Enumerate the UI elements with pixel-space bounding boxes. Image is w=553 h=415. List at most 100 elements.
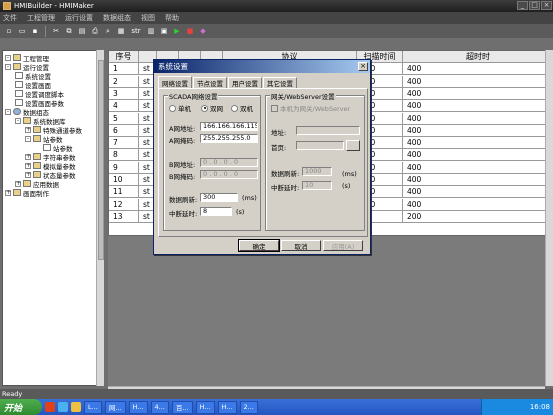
print-icon[interactable]: ⎙ — [90, 26, 100, 36]
gateway-address-field[interactable] — [296, 126, 360, 135]
timeout-field[interactable]: 8 — [200, 207, 232, 216]
cell-index[interactable]: 13 — [109, 210, 139, 223]
cell-timeout[interactable]: 400 — [403, 162, 552, 174]
cell-timeout[interactable]: 400 — [403, 125, 552, 137]
cut-icon[interactable]: ✂ — [51, 26, 61, 36]
cell-timeout[interactable]: 400 — [403, 137, 552, 150]
gateway-checkbox[interactable]: 本机为网关/WebServer — [271, 103, 350, 113]
column-header[interactable]: 超时时 — [403, 51, 552, 63]
find-icon[interactable]: ⌕ — [103, 26, 113, 36]
cell-index[interactable]: 5 — [109, 112, 139, 125]
tab-user[interactable]: 用户设置 — [228, 77, 262, 88]
folder-icon[interactable] — [71, 402, 81, 412]
cell-index[interactable]: 11 — [109, 186, 139, 199]
tab-other[interactable]: 其它设置 — [263, 77, 297, 88]
dialog-close-button[interactable]: × — [358, 62, 368, 71]
grid-icon[interactable]: ▦ — [116, 26, 126, 36]
cell-timeout[interactable]: 400 — [403, 88, 552, 100]
expand-icon[interactable]: + — [5, 189, 11, 196]
collapse-icon[interactable]: - — [5, 54, 11, 61]
str-icon[interactable]: str — [129, 26, 143, 36]
cancel-button[interactable]: 取消 — [281, 240, 321, 251]
tab-node[interactable]: 节点设置 — [193, 77, 227, 88]
close-button[interactable]: × — [541, 1, 552, 10]
clock[interactable]: 16:08 — [530, 403, 550, 411]
expand-icon[interactable]: + — [25, 126, 31, 133]
paste-icon[interactable]: ▤ — [77, 26, 87, 36]
help-icon[interactable]: ◆ — [198, 26, 208, 36]
scrollbar-thumb[interactable] — [98, 60, 104, 260]
cell-index[interactable]: 6 — [109, 124, 139, 137]
taskbar-button[interactable]: 百... — [171, 400, 193, 414]
maximize-button[interactable]: □ — [529, 1, 540, 10]
tree-item[interactable]: + 画面制作 — [5, 188, 49, 198]
tree-scrollbar[interactable] — [96, 50, 104, 386]
cell-timeout[interactable]: 400 — [403, 199, 552, 211]
radio-dual-machine[interactable]: 双机 — [231, 103, 253, 113]
copy-icon[interactable]: ⧉ — [64, 26, 74, 36]
taskbar-button[interactable]: H... — [128, 400, 148, 414]
collapse-icon[interactable]: - — [15, 117, 21, 124]
b-net-mask-field[interactable]: 0 . 0 . 0 . 0 — [200, 170, 258, 179]
cell-index[interactable]: 1 — [109, 63, 139, 76]
new-icon[interactable]: ▫ — [4, 26, 14, 36]
gateway-timeout-field[interactable]: 10 — [302, 181, 332, 190]
tab-network[interactable]: 网络设置 — [158, 76, 192, 88]
cell-index[interactable]: 10 — [109, 174, 139, 186]
cell-timeout[interactable]: 200 — [403, 211, 552, 223]
collapse-icon[interactable]: - — [25, 135, 31, 142]
browser-icon[interactable] — [45, 402, 55, 412]
cell-index[interactable]: 3 — [109, 87, 139, 100]
expand-icon[interactable]: + — [25, 162, 31, 169]
expand-icon[interactable]: + — [25, 171, 31, 178]
cell-timeout[interactable]: 400 — [403, 186, 552, 199]
home-page-field[interactable] — [296, 141, 344, 150]
minimize-button[interactable]: _ — [517, 1, 528, 10]
expand-icon[interactable]: + — [15, 180, 21, 187]
a-net-address-field[interactable]: 166.166.166.115 — [200, 122, 258, 131]
menu-runtime[interactable]: 运行设置 — [65, 13, 93, 23]
cell-timeout[interactable]: 400 — [403, 63, 552, 76]
cell-index[interactable]: 2 — [109, 75, 139, 88]
expand-icon[interactable]: + — [25, 153, 31, 160]
taskbar-button[interactable]: H... — [195, 400, 215, 414]
ie-icon[interactable] — [58, 402, 68, 412]
stop-icon[interactable]: ■ — [185, 26, 195, 36]
ok-button[interactable]: 确定 — [238, 239, 280, 252]
b-net-address-field[interactable]: 0 . 0 . 0 . 0 — [200, 158, 258, 167]
collapse-icon[interactable]: - — [5, 108, 11, 115]
taskbar-button[interactable]: H... — [217, 400, 237, 414]
chart-icon[interactable]: ▥ — [146, 26, 156, 36]
a-net-mask-field[interactable]: 255.255.255.0 — [200, 134, 258, 143]
menu-file[interactable]: 文件 — [3, 13, 17, 23]
table-vertical-scrollbar[interactable] — [545, 50, 553, 386]
cell-index[interactable]: 8 — [109, 149, 139, 162]
radio-dual-net[interactable]: 双网 — [201, 103, 223, 113]
save-icon[interactable]: ▪ — [30, 26, 40, 36]
taskbar-button[interactable]: L... — [84, 400, 102, 414]
cell-index[interactable]: 12 — [109, 198, 139, 211]
cell-timeout[interactable]: 400 — [403, 149, 552, 162]
menu-data[interactable]: 数据组态 — [103, 13, 131, 23]
run-icon[interactable]: ▶ — [172, 26, 182, 36]
taskbar-button[interactable]: 2... — [239, 400, 258, 414]
column-header[interactable]: 序号 — [109, 51, 139, 63]
radio-single[interactable]: 单机 — [169, 103, 191, 113]
cell-index[interactable]: 7 — [109, 137, 139, 150]
cell-timeout[interactable]: 400 — [403, 174, 552, 186]
menu-help[interactable]: 帮助 — [165, 13, 179, 23]
refresh-field[interactable]: 300 — [200, 193, 238, 202]
cell-index[interactable]: 4 — [109, 100, 139, 113]
apply-button[interactable]: 应用(A) — [323, 240, 363, 251]
cell-timeout[interactable]: 400 — [403, 100, 552, 113]
taskbar-button[interactable]: 4... — [150, 400, 169, 414]
cell-timeout[interactable]: 400 — [403, 113, 552, 125]
taskbar-button[interactable]: 网... — [104, 400, 126, 414]
menu-project[interactable]: 工程管理 — [27, 13, 55, 23]
browse-button[interactable] — [346, 140, 360, 151]
open-icon[interactable]: ▭ — [17, 26, 27, 36]
start-button[interactable]: 开始 — [0, 399, 42, 415]
collapse-icon[interactable]: - — [5, 63, 11, 70]
cell-index[interactable]: 9 — [109, 161, 139, 174]
cell-timeout[interactable]: 400 — [403, 76, 552, 88]
